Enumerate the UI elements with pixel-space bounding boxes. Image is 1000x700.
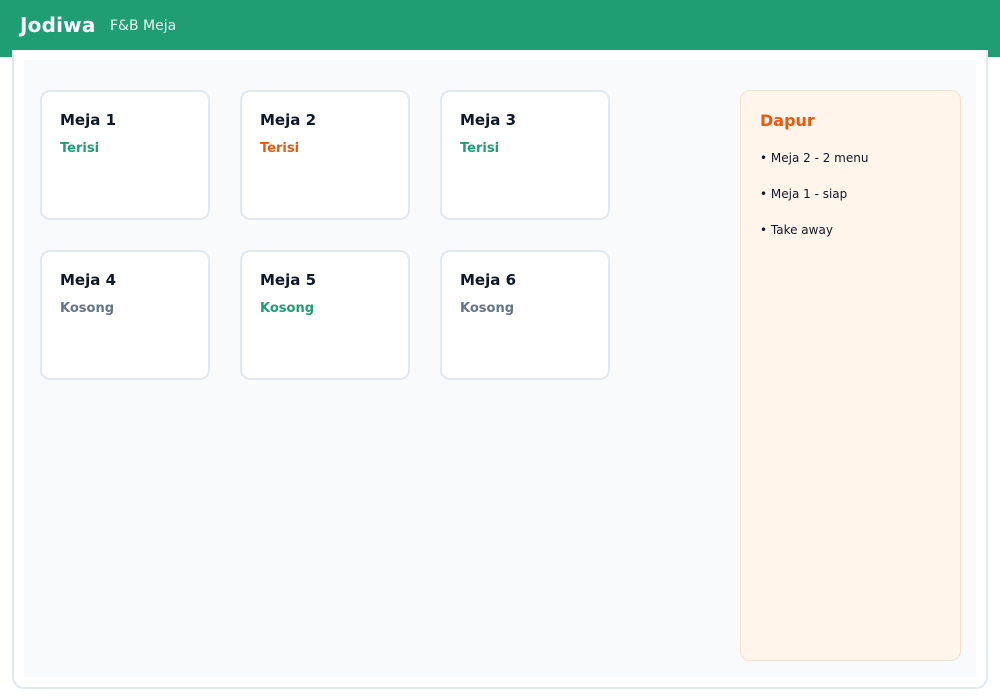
table-status: Terisi <box>460 141 500 156</box>
table-name: Meja 4 <box>60 271 117 289</box>
table-status: Kosong <box>460 301 515 316</box>
brand-logo[interactable]: Jodiwa <box>20 13 96 37</box>
table-status: Kosong <box>60 301 115 316</box>
table-name: Meja 3 <box>460 111 517 129</box>
table-status: Kosong <box>260 301 315 316</box>
kitchen-panel: Dapur • Meja 2 - 2 menu • Meja 1 - siap … <box>740 90 961 661</box>
table-name: Meja 6 <box>460 271 517 289</box>
table-name: Meja 5 <box>260 271 317 289</box>
table-card-3[interactable]: Meja 3 Terisi <box>440 90 610 220</box>
kitchen-order-item[interactable]: • Meja 1 - siap <box>760 187 847 201</box>
table-card-5[interactable]: Meja 5 Kosong <box>240 250 410 380</box>
page-subtitle: F&B Meja <box>110 18 177 34</box>
table-card-1[interactable]: Meja 1 Terisi <box>40 90 210 220</box>
table-card-6[interactable]: Meja 6 Kosong <box>440 250 610 380</box>
app-header: Jodiwa F&B Meja <box>0 0 1000 57</box>
table-status: Terisi <box>260 141 300 156</box>
table-card-2[interactable]: Meja 2 Terisi <box>240 90 410 220</box>
table-card-4[interactable]: Meja 4 Kosong <box>40 250 210 380</box>
kitchen-title: Dapur <box>760 111 815 130</box>
table-status: Terisi <box>60 141 100 156</box>
kitchen-order-item[interactable]: • Take away <box>760 223 833 237</box>
kitchen-order-item[interactable]: • Meja 2 - 2 menu <box>760 151 868 165</box>
table-name: Meja 1 <box>60 111 117 129</box>
table-name: Meja 2 <box>260 111 317 129</box>
